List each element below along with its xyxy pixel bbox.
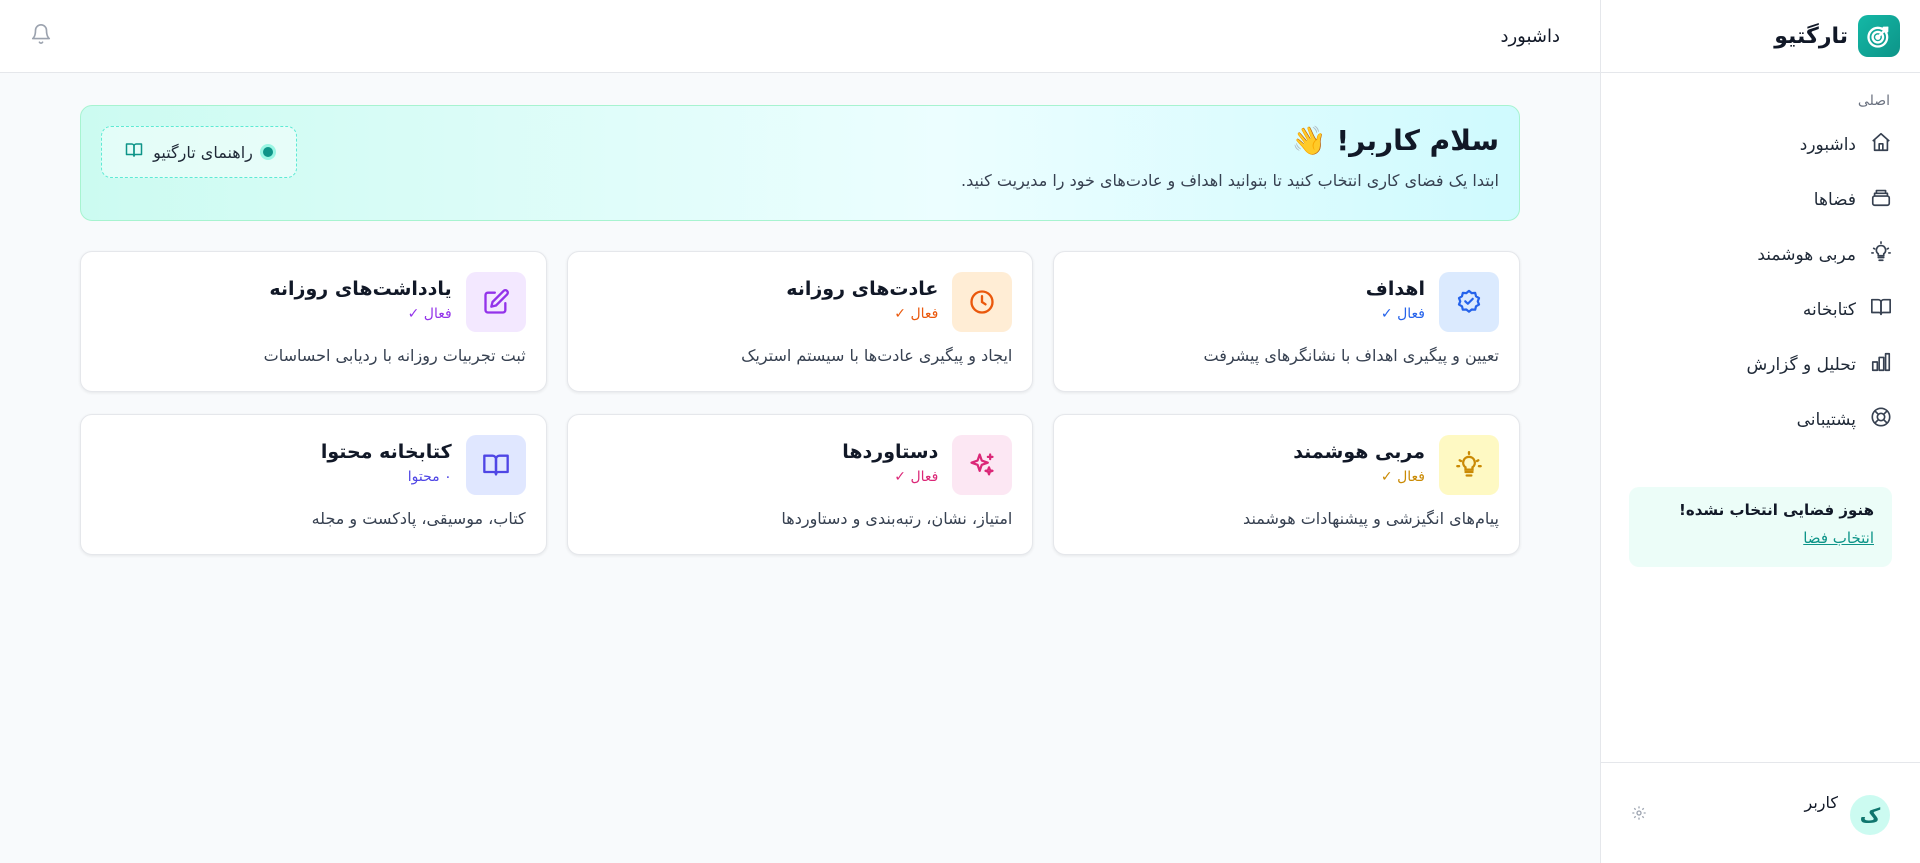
sidebar-item-label: فضاها <box>1813 189 1856 210</box>
welcome-heading: سلام کاربر! <box>1336 124 1499 157</box>
no-space-notice: هنوز فضایی انتخاب نشده! انتخاب فضا <box>1629 487 1892 567</box>
card-title: دستاوردها <box>842 441 939 463</box>
sidebar-item-dashboard[interactable]: داشبورد <box>1601 117 1920 172</box>
page-title: داشبورد <box>1500 25 1560 47</box>
book-open-icon <box>125 141 143 163</box>
welcome-subtitle: ابتدا یک فضای کاری انتخاب کنید تا بتوانی… <box>961 171 1499 190</box>
brand-name: تارگتیو <box>1774 23 1848 49</box>
sidebar-item-library[interactable]: کتابخانه <box>1601 282 1920 337</box>
card-title: کتابخانه محتوا <box>320 441 452 463</box>
target-logo-icon <box>1858 15 1900 57</box>
gear-icon[interactable] <box>1631 805 1647 825</box>
card-heading: یادداشت‌های روزانه فعال ✓ <box>269 272 451 322</box>
bell-icon[interactable] <box>30 23 52 49</box>
user-name: کاربر <box>1804 793 1839 812</box>
nav-section-label: اصلی <box>1857 93 1890 109</box>
no-space-title: هنوز فضایی انتخاب نشده! <box>1679 501 1874 519</box>
status-badge: فعال ✓ <box>894 469 939 485</box>
edit-icon <box>465 272 526 332</box>
clock-icon <box>952 272 1013 332</box>
select-space-link[interactable]: انتخاب فضا <box>1803 529 1874 547</box>
feature-card-goals[interactable]: اهداف فعال ✓ تعیین و پیگیری اهداف با نشا… <box>1053 251 1520 392</box>
sidebar-item-smart-coach[interactable]: مربی هوشمند <box>1601 227 1920 282</box>
card-heading: اهداف فعال ✓ <box>1366 272 1425 322</box>
book-icon <box>1870 296 1892 323</box>
user-footer: ک کاربر <box>1601 762 1920 863</box>
sidebar-item-label: تحلیل و گزارش <box>1746 354 1856 375</box>
sidebar-item-analytics[interactable]: تحلیل و گزارش <box>1601 337 1920 392</box>
sidebar-item-spaces[interactable]: فضاها <box>1601 172 1920 227</box>
status-badge: فعال ✓ <box>407 306 452 322</box>
welcome-banner: سلام کاربر! 👋 ابتدا یک فضای کاری انتخاب … <box>80 105 1520 221</box>
card-description: ثبت تجربیات روزانه با ردیابی احساسات <box>263 346 526 365</box>
sidebar-item-label: کتابخانه <box>1802 299 1856 320</box>
feature-card-content-library[interactable]: کتابخانه محتوا ۰ محتوا کتاب، موسیقی، پاد… <box>80 414 547 555</box>
guide-button-label: راهنمای تارگتیو <box>153 142 253 162</box>
status-badge: فعال ✓ <box>1380 306 1425 322</box>
card-description: ایجاد و پیگیری عادت‌ها با سیستم استریک <box>741 346 1013 365</box>
status-badge: فعال ✓ <box>894 306 939 322</box>
feature-card-achievements[interactable]: دستاوردها فعال ✓ امتیاز، نشان، رتبه‌بندی… <box>566 414 1034 555</box>
card-description: پیام‌های انگیزشی و پیشنهادات هوشمند <box>1243 509 1499 528</box>
card-title: عادت‌های روزانه <box>786 278 939 300</box>
sidebar: تارگتیو اصلی داشبورد فضاها مربی هوشمند ک… <box>1600 0 1920 863</box>
home-icon <box>1870 131 1892 158</box>
card-description: تعیین و پیگیری اهداف با نشانگرهای پیشرفت <box>1203 346 1499 365</box>
card-title: مربی هوشمند <box>1293 441 1425 463</box>
card-title: یادداشت‌های روزانه <box>269 278 452 300</box>
welcome-text: سلام کاربر! 👋 ابتدا یک فضای کاری انتخاب … <box>961 124 1499 190</box>
feature-card-habits[interactable]: عادت‌های روزانه فعال ✓ ایجاد و پیگیری عا… <box>566 251 1034 392</box>
card-title: اهداف <box>1365 278 1425 300</box>
main-content: سلام کاربر! 👋 ابتدا یک فضای کاری انتخاب … <box>0 73 1600 555</box>
lifebuoy-icon <box>1870 406 1892 433</box>
card-description: امتیاز، نشان، رتبه‌بندی و دستاوردها <box>781 509 1013 528</box>
sidebar-item-support[interactable]: پشتیبانی <box>1601 392 1920 447</box>
sidebar-item-label: پشتیبانی <box>1796 409 1856 430</box>
book-open-icon <box>465 435 526 495</box>
card-heading: دستاوردها فعال ✓ <box>842 435 938 485</box>
feature-card-journal[interactable]: یادداشت‌های روزانه فعال ✓ ثبت تجربیات رو… <box>80 251 547 392</box>
top-header: داشبورد <box>0 0 1600 73</box>
feature-grid: اهداف فعال ✓ تعیین و پیگیری اهداف با نشا… <box>80 251 1520 555</box>
brand[interactable]: تارگتیو <box>1601 0 1920 73</box>
stack-icon <box>1870 186 1892 213</box>
feature-card-smart-coach[interactable]: مربی هوشمند فعال ✓ پیام‌های انگیزشی و پی… <box>1053 414 1520 555</box>
guide-button[interactable]: راهنمای تارگتیو <box>101 126 297 178</box>
card-description: کتاب، موسیقی، پادکست و مجله <box>311 509 526 528</box>
waving-hand-icon: 👋 <box>1291 124 1327 157</box>
sparkles-icon <box>952 435 1013 495</box>
card-heading: کتابخانه محتوا ۰ محتوا <box>321 435 452 485</box>
sidebar-item-label: مربی هوشمند <box>1757 244 1856 265</box>
card-heading: مربی هوشمند فعال ✓ <box>1293 435 1425 485</box>
welcome-title: سلام کاربر! 👋 <box>961 124 1499 157</box>
card-heading: عادت‌های روزانه فعال ✓ <box>786 272 938 322</box>
lightbulb-icon <box>1870 241 1892 268</box>
chart-icon <box>1870 351 1892 378</box>
avatar[interactable]: ک <box>1850 795 1890 835</box>
sidebar-item-label: داشبورد <box>1799 134 1856 155</box>
badge-check-icon <box>1439 272 1499 332</box>
status-badge: فعال ✓ <box>1380 469 1425 485</box>
lightbulb-icon <box>1439 435 1499 495</box>
status-dot <box>262 147 273 157</box>
content-count: ۰ محتوا <box>407 469 452 485</box>
